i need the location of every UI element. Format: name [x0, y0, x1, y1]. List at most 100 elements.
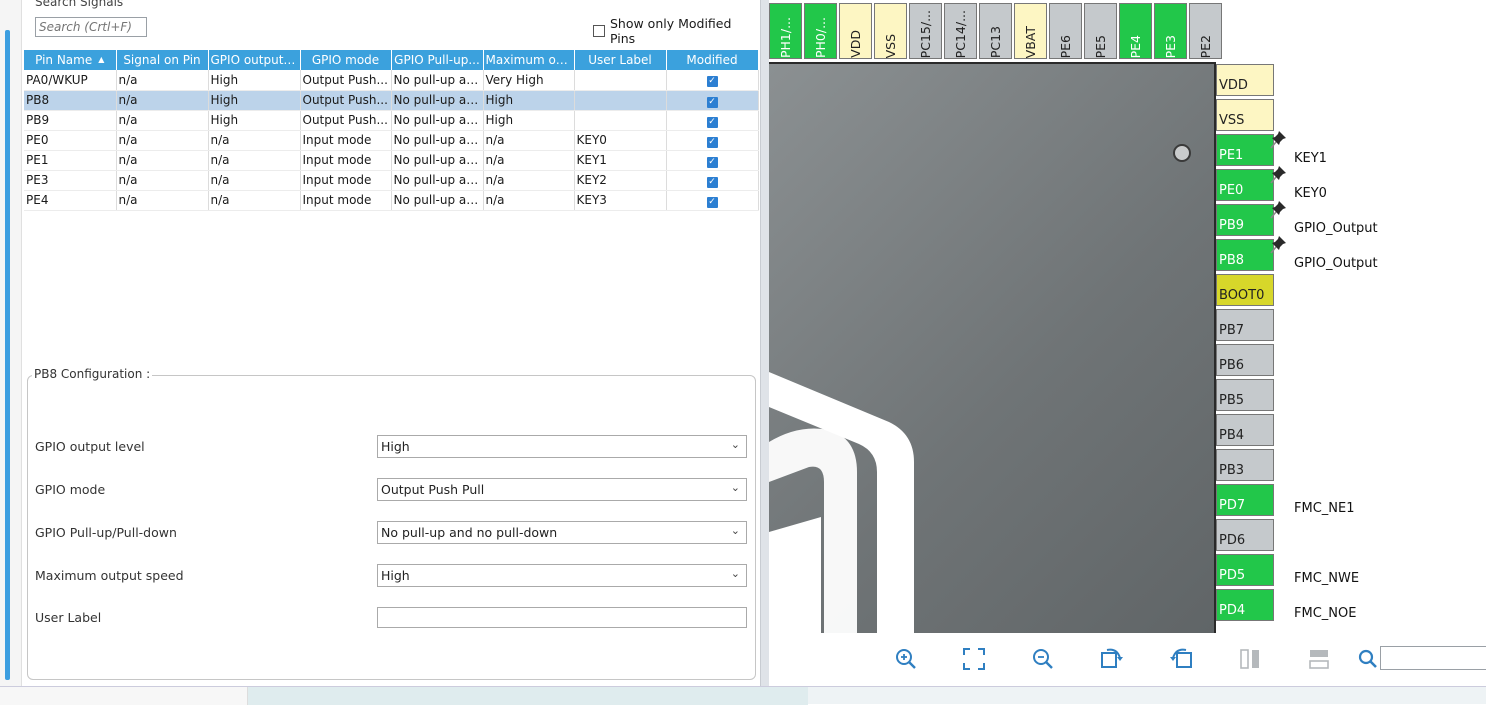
cell-mode: Input mode [300, 170, 392, 191]
column-header-user-label[interactable]: User Label [574, 50, 667, 70]
column-header-max-speed[interactable]: Maximum ou... [483, 50, 575, 70]
vertical-split-icon[interactable] [1237, 646, 1263, 672]
modified-check-icon[interactable]: ✓ [706, 136, 718, 148]
signals-table: Pin Name ▲ Signal on Pin GPIO output ... … [24, 50, 759, 211]
pin-name: PC14/... [953, 9, 968, 58]
top-pin[interactable]: PH1/... [769, 3, 802, 59]
side-pin[interactable]: BOOT0 [1216, 274, 1274, 306]
column-header-gpio-mode[interactable]: GPIO mode [300, 50, 392, 70]
cell-pin: PE0 [24, 130, 117, 151]
side-pin[interactable]: PB5 [1216, 379, 1274, 411]
search-signals-input[interactable] [35, 17, 147, 37]
pin-signal-label[interactable]: GPIO_Output [1294, 256, 1378, 271]
modified-check-icon[interactable]: ✓ [706, 116, 718, 128]
side-pin[interactable]: PD6 [1216, 519, 1274, 551]
max-output-speed-select[interactable]: High ⌄ [377, 564, 747, 587]
pin-signal-label[interactable]: KEY1 [1294, 151, 1327, 166]
top-pin[interactable]: PC15/... [909, 3, 942, 59]
st-logo-fragment [769, 372, 914, 633]
column-header-pin-name[interactable]: Pin Name ▲ [24, 50, 117, 70]
cell-modified: ✓ [666, 90, 759, 111]
chip-search-input[interactable] [1380, 646, 1486, 670]
top-pin[interactable]: PC13 [979, 3, 1012, 59]
cell-output: n/a [208, 170, 301, 191]
top-pin[interactable]: PE3 [1154, 3, 1187, 59]
side-pin[interactable]: VDD [1216, 64, 1274, 96]
top-pin[interactable]: PE6 [1049, 3, 1082, 59]
top-pin[interactable]: PC14/... [944, 3, 977, 59]
zoom-out-icon[interactable] [1030, 646, 1056, 672]
rotate-right-icon[interactable] [1099, 646, 1125, 672]
show-modified-checkbox[interactable] [593, 25, 605, 37]
side-pin[interactable]: PB9 [1216, 204, 1274, 236]
table-row[interactable]: PE3 n/a n/a Input mode No pull-up an... … [24, 170, 759, 191]
side-scroll-rail[interactable] [5, 30, 10, 680]
pin-signal-label[interactable]: FMC_NE1 [1294, 501, 1354, 516]
pin-signal-label[interactable]: KEY0 [1294, 186, 1327, 201]
chip-view[interactable]: PH1/... PH0/... VDD VSS PC15/... PC14/... PC13… [769, 0, 1486, 633]
side-pin[interactable]: PB4 [1216, 414, 1274, 446]
top-pin[interactable]: VSS [874, 3, 907, 59]
modified-check-icon[interactable]: ✓ [706, 76, 718, 88]
show-modified-toggle[interactable]: Show only Modified Pins [593, 16, 760, 46]
cell-speed: High [483, 90, 575, 111]
column-header-gpio-pull[interactable]: GPIO Pull-up... [391, 50, 484, 70]
pin-signal-label[interactable]: FMC_NWE [1294, 571, 1359, 586]
modified-check-icon[interactable]: ✓ [706, 156, 718, 168]
side-pin[interactable]: VSS [1216, 99, 1274, 131]
cell-speed: n/a [483, 130, 575, 151]
rotate-left-icon[interactable] [1168, 646, 1194, 672]
side-pin[interactable]: PB7 [1216, 309, 1274, 341]
cell-output: n/a [208, 130, 301, 151]
user-label-input[interactable] [377, 607, 747, 628]
pin-name: PE6 [1058, 34, 1073, 58]
side-pin[interactable]: PB3 [1216, 449, 1274, 481]
pin-signal-label[interactable]: GPIO_Output [1294, 221, 1378, 236]
fit-screen-icon[interactable] [961, 646, 987, 672]
gpio-output-level-select[interactable]: High ⌄ [377, 435, 747, 458]
gpio-pull-select[interactable]: No pull-up and no pull-down ⌄ [377, 521, 747, 544]
table-row[interactable]: PE1 n/a n/a Input mode No pull-up an... … [24, 150, 759, 171]
top-pin[interactable]: PE4 [1119, 3, 1152, 59]
side-pin[interactable]: PB8 [1216, 239, 1274, 271]
top-pin[interactable]: PE2 [1189, 3, 1222, 59]
pushpin-icon [1270, 201, 1286, 219]
side-pin[interactable]: PD4 [1216, 589, 1274, 621]
gpio-mode-select[interactable]: Output Push Pull ⌄ [377, 478, 747, 501]
cell-label [574, 90, 667, 111]
horizontal-split-icon[interactable] [1306, 646, 1332, 672]
table-row[interactable]: PE0 n/a n/a Input mode No pull-up an... … [24, 130, 759, 151]
column-header-gpio-output[interactable]: GPIO output ... [208, 50, 301, 70]
max-output-speed-label: Maximum output speed [35, 568, 184, 583]
side-pin[interactable]: PB6 [1216, 344, 1274, 376]
cell-modified: ✓ [666, 70, 759, 91]
top-pin[interactable]: PH0/... [804, 3, 837, 59]
modified-check-icon[interactable]: ✓ [706, 96, 718, 108]
table-row[interactable]: PE4 n/a n/a Input mode No pull-up an... … [24, 190, 759, 211]
modified-check-icon[interactable]: ✓ [706, 176, 718, 188]
max-output-speed-value: High [381, 568, 410, 583]
top-pin[interactable]: VBAT [1014, 3, 1047, 59]
column-header-signal[interactable]: Signal on Pin [116, 50, 209, 70]
table-row[interactable]: PB8 n/a High Output Push... No pull-up a… [24, 90, 759, 111]
cell-pin: PE3 [24, 170, 117, 191]
cell-label: KEY0 [574, 130, 667, 151]
side-pin[interactable]: PD5 [1216, 554, 1274, 586]
chevron-down-icon: ⌄ [730, 567, 740, 580]
top-pin[interactable]: PE5 [1084, 3, 1117, 59]
table-row[interactable]: PA0/WKUP n/a High Output Push... No pull… [24, 70, 759, 91]
pushpin-icon [1270, 236, 1286, 254]
pin-signal-label[interactable]: FMC_NOE [1294, 606, 1356, 621]
modified-check-icon[interactable]: ✓ [706, 196, 718, 208]
panel-splitter[interactable] [760, 0, 769, 686]
zoom-in-icon[interactable] [893, 646, 919, 672]
top-pin[interactable]: VDD [839, 3, 872, 59]
cell-modified: ✓ [666, 130, 759, 151]
table-row[interactable]: PB9 n/a High Output Push... No pull-up a… [24, 110, 759, 131]
side-pin[interactable]: PE0 [1216, 169, 1274, 201]
side-pin[interactable]: PE1 [1216, 134, 1274, 166]
side-pin[interactable]: PD7 [1216, 484, 1274, 516]
column-header-modified[interactable]: Modified [666, 50, 759, 70]
cell-pull: No pull-up an... [391, 190, 484, 211]
show-modified-label: Show only Modified Pins [609, 16, 732, 46]
